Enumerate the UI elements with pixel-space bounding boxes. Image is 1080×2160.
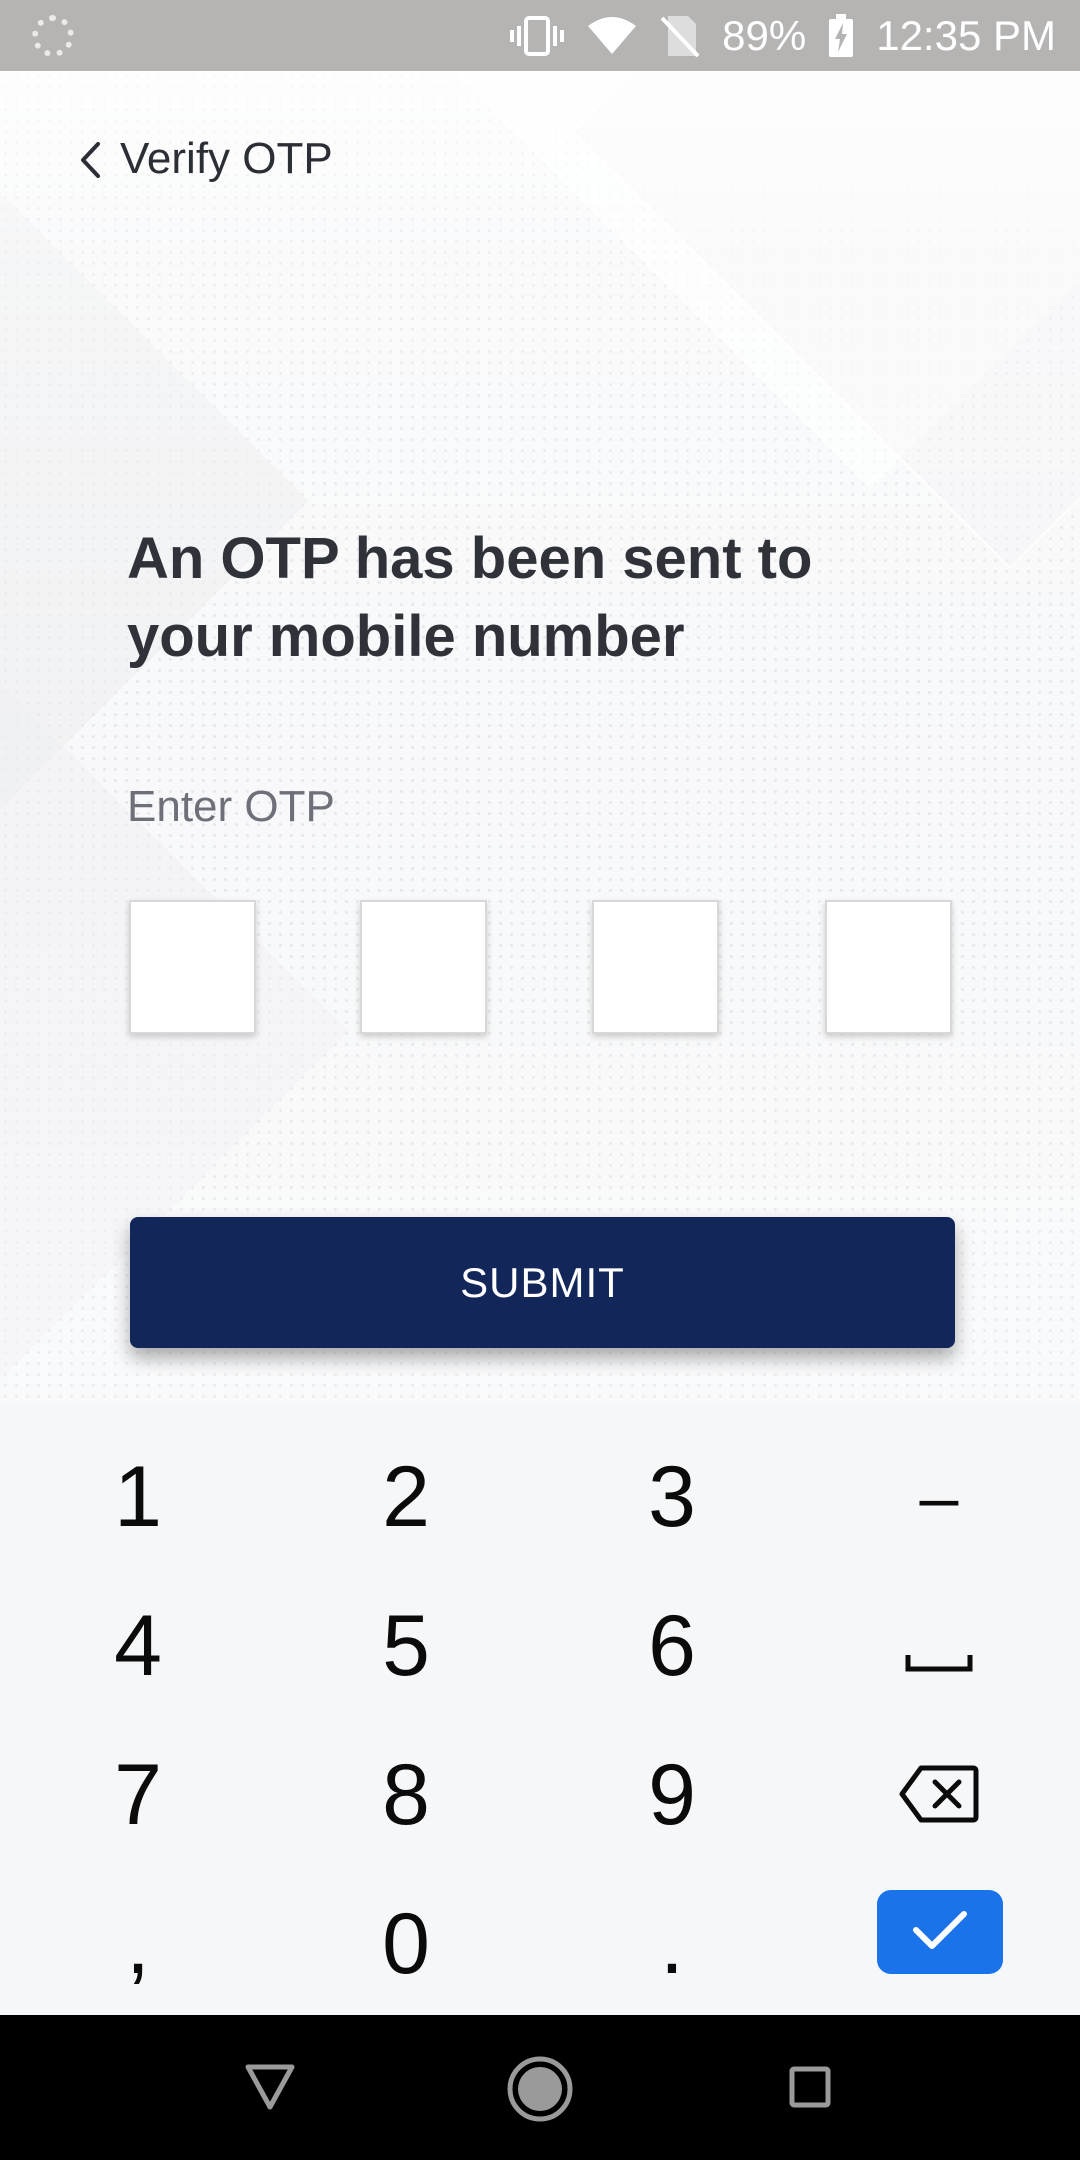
- clock: 12:35 PM: [876, 11, 1056, 59]
- backspace-icon: [899, 1746, 979, 1845]
- key-3[interactable]: 3: [538, 1422, 806, 1572]
- otp-digit-4[interactable]: [825, 900, 952, 1034]
- key-1[interactable]: 1: [4, 1422, 272, 1572]
- key-6[interactable]: 6: [538, 1571, 806, 1721]
- key-5[interactable]: 5: [272, 1571, 540, 1721]
- wifi-icon: [586, 16, 638, 56]
- submit-button[interactable]: SUBMIT: [130, 1217, 955, 1348]
- no-sim-icon: [660, 14, 700, 58]
- headline-line-2: your mobile number: [127, 604, 685, 669]
- status-bar: 89% 12:35 PM: [0, 0, 1080, 71]
- vibrate-icon: [510, 14, 565, 58]
- numeric-keypad: 1 2 3 – 4 5 6 7 8 9 , 0 .: [0, 1401, 1080, 2015]
- key-2[interactable]: 2: [272, 1422, 540, 1572]
- otp-digit-1[interactable]: [129, 900, 256, 1034]
- key-space[interactable]: [805, 1571, 1073, 1721]
- loading-icon: [32, 15, 74, 57]
- headline-line-1: An OTP has been sent to: [127, 526, 813, 591]
- otp-sent-message: An OTP has been sent to your mobile numb…: [127, 520, 927, 676]
- page-title: Verify OTP: [120, 134, 333, 183]
- battery-charging-icon: [828, 13, 854, 58]
- key-comma[interactable]: ,: [4, 1869, 272, 2019]
- key-4[interactable]: 4: [4, 1571, 272, 1721]
- main-area: [0, 71, 1080, 1401]
- otp-digit-3[interactable]: [592, 900, 719, 1034]
- key-7[interactable]: 7: [4, 1720, 272, 1870]
- key-9[interactable]: 9: [538, 1720, 806, 1870]
- key-done[interactable]: [877, 1890, 1003, 1974]
- key-0[interactable]: 0: [272, 1869, 540, 2019]
- chevron-left-icon: [78, 140, 102, 185]
- back-button[interactable]: Verify OTP: [60, 120, 350, 200]
- otp-digit-2[interactable]: [360, 900, 487, 1034]
- background-overlay: [0, 71, 1080, 1401]
- checkmark-icon: [912, 1908, 968, 1957]
- key-dash[interactable]: –: [805, 1422, 1073, 1572]
- key-backspace[interactable]: [805, 1720, 1073, 1870]
- navigation-bar: [0, 2015, 1080, 2160]
- key-period[interactable]: .: [538, 1869, 806, 2019]
- otp-label: Enter OTP: [127, 782, 335, 831]
- status-icons: 89% 12:35 PM: [510, 0, 1056, 71]
- battery-percent: 89%: [722, 11, 807, 59]
- space-icon: [904, 1597, 974, 1696]
- key-8[interactable]: 8: [272, 1720, 540, 1870]
